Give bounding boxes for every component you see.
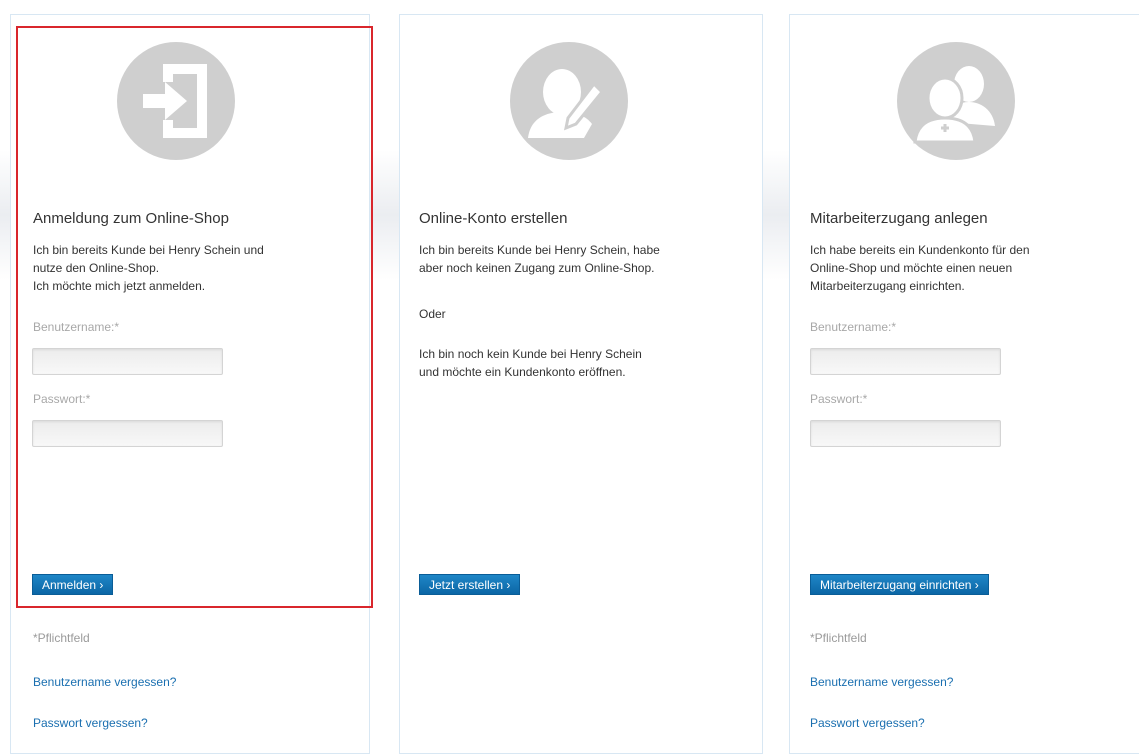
staff-forgot-username-link[interactable]: Benutzername vergessen? <box>810 675 953 689</box>
login-button[interactable]: Anmelden › <box>32 574 114 595</box>
staff-forgot-password-link[interactable]: Passwort vergessen? <box>810 716 925 730</box>
forgot-password-link[interactable]: Passwort vergessen? <box>33 716 148 730</box>
staff-username-label: Benutzername:* <box>810 320 897 334</box>
login-description: Ich bin bereits Kunde bei Henry Schein u… <box>33 243 264 293</box>
username-input[interactable] <box>32 348 223 375</box>
user-edit-icon <box>510 42 628 160</box>
create-account-card: Online-Konto erstellen Ich bin bereits K… <box>399 14 763 754</box>
create-account-title: Online-Konto erstellen <box>419 210 568 227</box>
add-users-icon <box>897 42 1015 160</box>
username-label: Benutzername:* <box>33 320 120 334</box>
staff-username-input[interactable] <box>810 348 1001 375</box>
or-text: Oder <box>419 307 446 321</box>
create-account-button[interactable]: Jetzt erstellen › <box>419 574 521 595</box>
staff-required-note: *Pflichtfeld <box>810 631 867 645</box>
password-input[interactable] <box>32 420 223 447</box>
login-icon <box>117 42 235 160</box>
staff-access-card: Mitarbeiterzugang anlegen Ich habe berei… <box>789 14 1139 754</box>
required-note: *Pflichtfeld <box>33 631 90 645</box>
staff-access-title: Mitarbeiterzugang anlegen <box>810 210 988 227</box>
login-card: Anmeldung zum Online-Shop Ich bin bereit… <box>10 14 373 754</box>
forgot-username-link[interactable]: Benutzername vergessen? <box>33 675 176 689</box>
staff-access-description: Ich habe bereits ein Kundenkonto für den… <box>810 243 1030 293</box>
create-account-description: Ich bin bereits Kunde bei Henry Schein, … <box>419 243 660 275</box>
staff-access-button[interactable]: Mitarbeiterzugang einrichten › <box>810 574 989 595</box>
staff-password-label: Passwort:* <box>810 392 868 406</box>
create-account-description-2: Ich bin noch kein Kunde bei Henry Schein… <box>419 347 642 379</box>
password-label: Passwort:* <box>33 392 91 406</box>
staff-password-input[interactable] <box>810 420 1001 447</box>
login-title: Anmeldung zum Online-Shop <box>33 210 229 227</box>
